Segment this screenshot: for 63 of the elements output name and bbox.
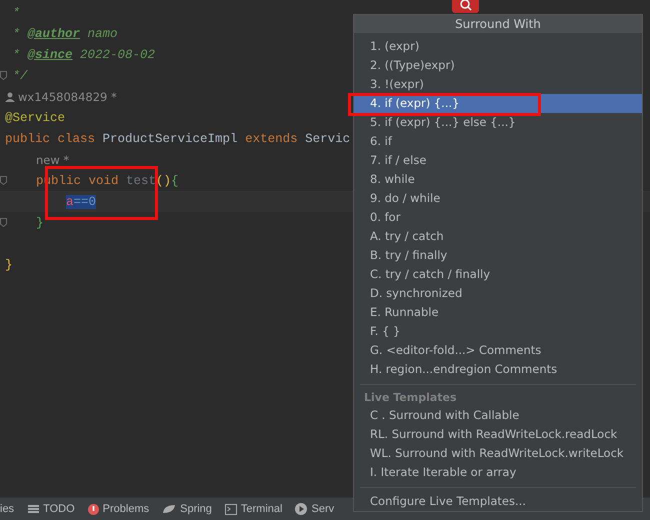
menu-item[interactable]: I. Iterate Iterable or array <box>354 463 642 482</box>
fold-icon[interactable] <box>0 218 7 227</box>
code-token: ProductServiceImpl <box>102 132 239 146</box>
code-token: @Service <box>5 110 66 124</box>
error-icon <box>88 504 99 514</box>
menu-item[interactable]: D. synchronized <box>354 284 642 304</box>
code-token: { <box>171 174 179 188</box>
tool-window-tab[interactable]: Terminal <box>240 503 282 515</box>
menu-item[interactable]: C. try / catch / finally <box>354 265 642 284</box>
code-token: * <box>12 6 20 20</box>
code-token: @since <box>28 48 73 62</box>
code-token: */ <box>12 68 28 82</box>
section-header: Live Templates <box>363 390 458 406</box>
code-token: extends <box>245 132 299 146</box>
menu-item[interactable]: 5. if (expr) {...} else {...} <box>354 113 642 132</box>
code-token: public class <box>5 132 96 146</box>
code-token: 2022-08-02 <box>79 48 156 62</box>
code-token: * <box>12 26 22 40</box>
menu-item[interactable]: WL. Surround with ReadWriteLock.writeLock <box>354 444 642 464</box>
configure-link[interactable]: Configure Live Templates... <box>354 492 642 511</box>
menu-item[interactable]: B. try / finally <box>354 246 642 266</box>
fold-icon[interactable] <box>0 71 7 80</box>
menu-item[interactable]: 3. !(expr) <box>354 75 642 94</box>
person-icon <box>5 92 15 102</box>
menu-item[interactable]: 9. do / while <box>354 189 642 208</box>
menu-item[interactable]: 2. ((Type)expr) <box>354 56 642 76</box>
code-token: ==0 <box>74 194 96 208</box>
code-token: } <box>36 216 44 230</box>
menu-item[interactable]: G. <editor-fold...> Comments <box>354 341 642 360</box>
code-token: } <box>5 258 13 272</box>
tool-window-tab[interactable]: Problems <box>102 503 150 515</box>
code-token: test <box>126 174 156 188</box>
menu-item[interactable]: 4. if (expr) {...} <box>354 94 642 114</box>
menu-item[interactable]: H. region...endregion Comments <box>354 360 642 380</box>
menu-item[interactable]: 8. while <box>354 170 642 190</box>
inlay-hint: new * <box>36 152 70 166</box>
tool-window-tab[interactable]: Serv <box>311 503 334 515</box>
fold-icon[interactable] <box>0 176 7 185</box>
leaf-icon <box>162 504 176 514</box>
terminal-icon <box>224 504 237 514</box>
code-token: a <box>66 194 74 208</box>
menu-item[interactable]: 0. for <box>354 208 642 228</box>
menu-item[interactable]: C . Surround with Callable <box>354 406 642 426</box>
menu-item[interactable]: E. Runnable <box>354 303 642 322</box>
menu-item[interactable]: A. try / catch <box>354 227 642 246</box>
menu-item[interactable]: 1. (expr) <box>354 37 642 56</box>
popup-title: Surround With <box>354 15 642 34</box>
code-token: * <box>12 48 22 62</box>
tool-window-tab[interactable]: TODO <box>43 503 75 515</box>
menu-item[interactable]: RL. Surround with ReadWriteLock.readLock <box>354 425 642 444</box>
tool-window-tab[interactable]: ies <box>0 503 14 515</box>
code-token: namo <box>86 26 118 40</box>
search-icon[interactable] <box>452 0 479 13</box>
code-token: Servic <box>305 132 350 146</box>
tool-window-tab[interactable]: Spring <box>180 503 212 515</box>
code-token: @author <box>28 26 80 40</box>
inlay-hint: wx1458084829 * <box>18 90 117 104</box>
code-token: () <box>156 174 172 188</box>
menu-item[interactable]: 6. if <box>354 132 642 152</box>
play-icon <box>295 503 308 515</box>
menu-item[interactable]: F. { } <box>354 322 642 342</box>
list-icon <box>28 504 40 514</box>
menu-item[interactable]: 7. if / else <box>354 151 642 170</box>
